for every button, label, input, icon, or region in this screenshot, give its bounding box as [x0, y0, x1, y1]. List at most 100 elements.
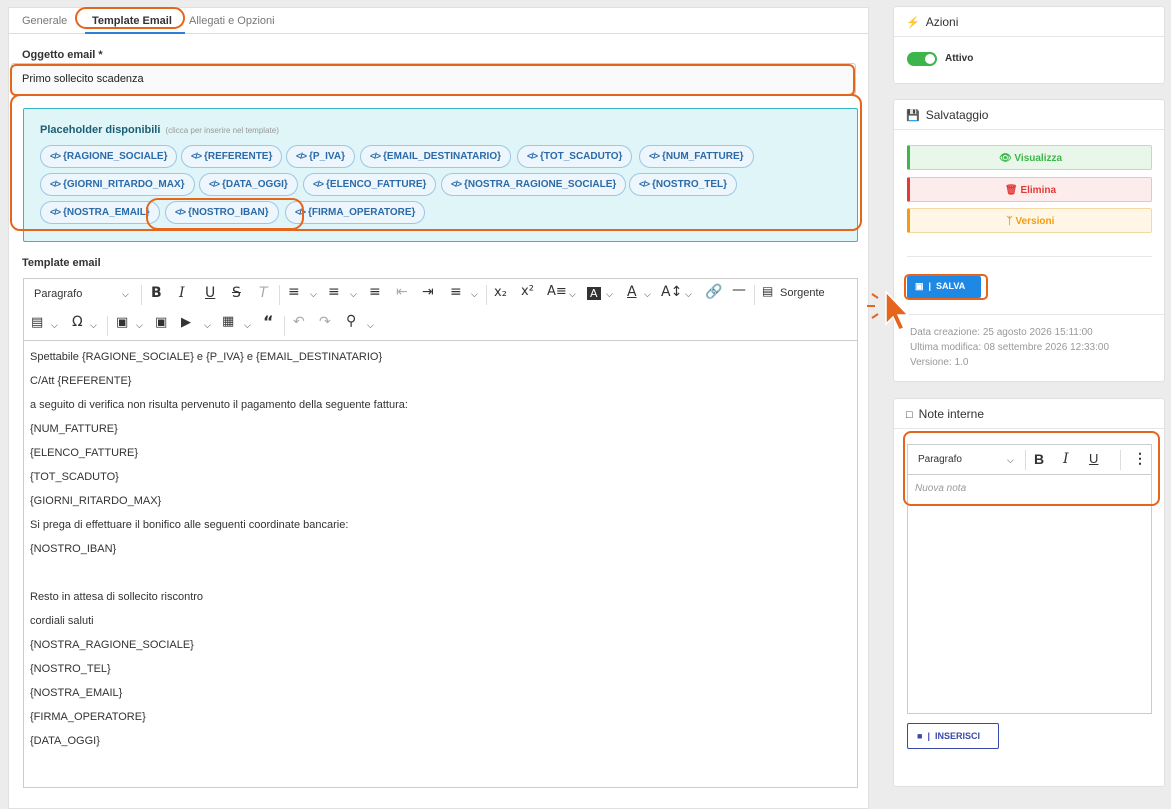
underline-icon[interactable]: U	[1089, 451, 1098, 466]
italic-icon[interactable]: I	[179, 285, 185, 301]
template-icon[interactable]: ▤	[31, 315, 43, 330]
chevron-down-icon[interactable]: ⌵	[310, 290, 317, 300]
chevron-down-icon[interactable]: ⌵	[136, 321, 143, 331]
redo-icon[interactable]: ↷	[319, 314, 331, 330]
chevron-down-icon[interactable]: ⌵	[244, 321, 251, 331]
chip-ragione-sociale[interactable]: </> {RAGIONE_SOCIALE}	[40, 145, 178, 168]
content-line: a seguito di verifica non risulta perven…	[30, 399, 408, 411]
chip-nostro-tel[interactable]: </> {NOSTRO_TEL}	[629, 173, 738, 196]
font-size-icon[interactable]: A≡	[547, 284, 567, 299]
numbered-list-icon[interactable]: ≡	[328, 284, 340, 300]
save-button[interactable]: ▣ | SALVA	[907, 276, 981, 298]
content-line: {DATA_OGGI}	[30, 735, 100, 747]
underline-icon[interactable]: U	[205, 285, 215, 301]
chevron-down-icon[interactable]: ⌵	[1007, 455, 1014, 466]
chip-nostra-ragione-sociale[interactable]: </> {NOSTRA_RAGIONE_SOCIALE}	[441, 173, 627, 196]
tab-generale[interactable]: Generale	[22, 15, 67, 27]
outdent-icon[interactable]: ⇤	[396, 284, 408, 300]
subject-label: Oggetto email *	[22, 49, 103, 61]
chip-data-oggi[interactable]: </> {DATA_OGGI}	[199, 173, 298, 196]
strikethrough-icon[interactable]: S	[232, 285, 241, 301]
content-line: {NOSTRA_RAGIONE_SOCIALE}	[30, 639, 194, 651]
insert-button[interactable]: ■ | INSERISCI	[907, 723, 999, 749]
delete-button[interactable]: 🗑 Elimina	[907, 177, 1152, 202]
chip-p-iva[interactable]: </> {P_IVA}	[286, 145, 355, 168]
content-line: {NUM_FATTURE}	[30, 423, 118, 435]
code-icon: </>	[527, 151, 538, 161]
content-line: cordiali saluti	[30, 615, 94, 627]
image-icon[interactable]: ▣	[155, 315, 167, 330]
subject-input[interactable]: Primo sollecito scadenza	[11, 63, 856, 95]
link-icon[interactable]: 🔗	[705, 284, 722, 300]
code-icon: </>	[649, 151, 660, 161]
remove-format-icon[interactable]: T	[259, 285, 268, 301]
chip-num-fatture[interactable]: </> {NUM_FATTURE}	[639, 145, 754, 168]
chip-email-destinatario[interactable]: </> {EMAIL_DESTINATARIO}	[360, 145, 511, 168]
view-button[interactable]: 👁 Visualizza	[907, 145, 1152, 170]
media-icon[interactable]: ▶	[181, 315, 191, 330]
chevron-down-icon[interactable]: ⌵	[606, 290, 613, 300]
chevron-down-icon[interactable]: ⌵	[204, 321, 211, 331]
chevron-down-icon[interactable]: ⌵	[350, 290, 357, 300]
paragraph-select[interactable]: Paragrafo	[34, 288, 82, 300]
versions-button[interactable]: ᛉ Versioni	[907, 208, 1152, 233]
notes-input[interactable]: Nuova nota	[908, 475, 1151, 502]
chip-elenco-fatture[interactable]: </> {ELENCO_FATTURE}	[303, 173, 437, 196]
content-line: {FIRMA_OPERATORE}	[30, 711, 146, 723]
source-icon[interactable]: ▤	[762, 284, 773, 298]
find-replace-icon[interactable]: ⚲	[346, 313, 356, 329]
image-insert-icon[interactable]: ▣	[116, 315, 128, 330]
placeholder-panel: Placeholder disponibili (clicca per inse…	[23, 108, 858, 242]
tab-allegati-opzioni[interactable]: Allegati e Opzioni	[189, 15, 275, 27]
table-icon[interactable]: ▦	[222, 314, 234, 329]
italic-icon[interactable]: I	[1063, 451, 1069, 467]
quote-icon[interactable]: “	[263, 312, 274, 331]
undo-icon[interactable]: ↶	[293, 314, 305, 330]
active-toggle[interactable]	[907, 52, 937, 66]
content-line: {TOT_SCADUTO}	[30, 471, 119, 483]
version-text: Versione: 1.0	[910, 357, 969, 368]
font-family-icon[interactable]: A↕	[661, 284, 682, 300]
indent-icon[interactable]: ⇥	[422, 284, 434, 300]
highlight-icon[interactable]: A	[587, 287, 601, 300]
chip-giorni-ritardo-max[interactable]: </> {GIORNI_RITARDO_MAX}	[40, 173, 195, 196]
chevron-down-icon[interactable]: ⌵	[644, 290, 651, 300]
content-line: {ELENCO_FATTURE}	[30, 447, 138, 459]
editor-content[interactable]: Spettabile {RAGIONE_SOCIALE} e {P_IVA} e…	[24, 341, 857, 757]
chevron-down-icon[interactable]: ⌵	[122, 290, 129, 300]
bold-icon[interactable]: B	[151, 285, 162, 301]
template-label: Template email	[22, 257, 101, 269]
more-options-icon[interactable]: ⋮	[1133, 450, 1147, 467]
chevron-down-icon[interactable]: ⌵	[51, 321, 58, 331]
notes-paragraph-select[interactable]: Paragrafo	[918, 454, 962, 465]
created-date: Data creazione: 25 agosto 2026 15:11:00	[910, 327, 1093, 338]
template-editor: Paragrafo ⌵ B I U S T ≡ ⌵ ≡ ⌵ ≡ ⇤ ⇥ ≡ ⌵ …	[23, 278, 858, 788]
align-icon[interactable]: ≡	[450, 284, 462, 300]
note-icon: □	[906, 409, 913, 421]
chevron-down-icon[interactable]: ⌵	[367, 321, 374, 331]
notes-card: □ Note interne Paragrafo ⌵ B I U ⋮ Nuova …	[893, 398, 1165, 787]
special-characters-icon[interactable]: Ω	[72, 314, 83, 330]
superscript-icon[interactable]: x²	[521, 284, 534, 299]
chevron-down-icon[interactable]: ⌵	[471, 290, 478, 300]
chip-tot-scaduto[interactable]: </> {TOT_SCADUTO}	[517, 145, 633, 168]
notes-toolbar: Paragrafo ⌵ B I U ⋮	[908, 445, 1151, 475]
code-icon: </>	[639, 179, 650, 189]
bulleted-list-icon[interactable]: ≡	[288, 284, 300, 300]
chevron-down-icon[interactable]: ⌵	[569, 290, 576, 300]
code-icon: </>	[296, 151, 307, 161]
bold-icon[interactable]: B	[1034, 451, 1044, 467]
chip-nostro-iban[interactable]: </> {NOSTRO_IBAN}	[165, 201, 279, 224]
subscript-icon[interactable]: x₂	[494, 285, 507, 300]
font-color-icon[interactable]: A	[627, 284, 637, 300]
chevron-down-icon[interactable]: ⌵	[685, 290, 692, 300]
chip-referente[interactable]: </> {REFERENTE}	[181, 145, 283, 168]
horizontal-line-icon[interactable]: —	[732, 282, 746, 298]
todo-list-icon[interactable]: ≡	[369, 284, 381, 300]
tab-bar: Generale Template Email Allegati e Opzio…	[9, 8, 868, 34]
chevron-down-icon[interactable]: ⌵	[90, 321, 97, 331]
source-button[interactable]: Sorgente	[780, 287, 825, 299]
tab-template-email[interactable]: Template Email	[92, 15, 172, 27]
chip-nostra-email[interactable]: </> {NOSTRA_EMAIL}	[40, 201, 160, 224]
chip-firma-operatore[interactable]: </> {FIRMA_OPERATORE}	[285, 201, 426, 224]
